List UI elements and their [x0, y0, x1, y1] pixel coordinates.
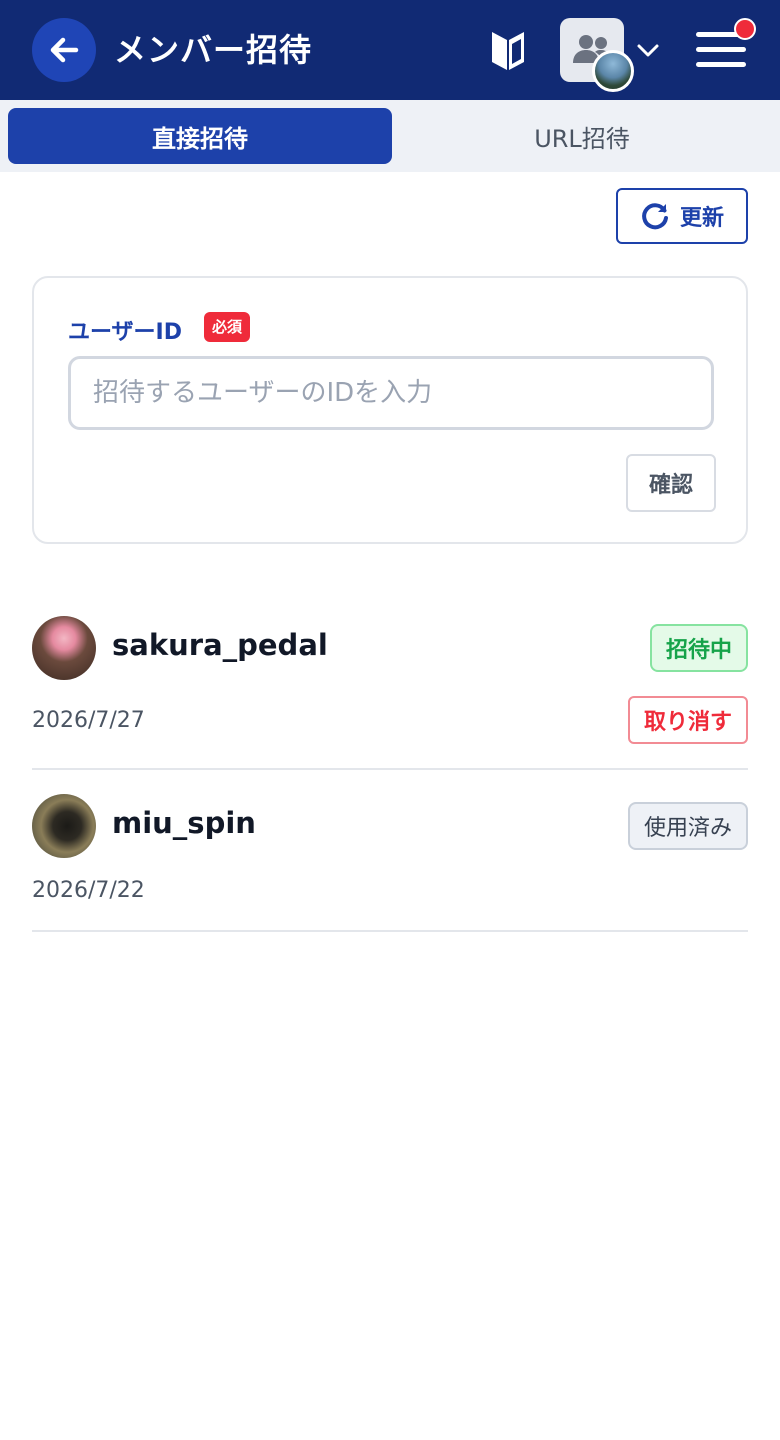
group-avatar	[592, 50, 634, 92]
username: miu_spin	[112, 806, 256, 840]
user-id-label: ユーザーID	[68, 320, 183, 345]
invite-date: 2026/7/27	[32, 708, 145, 733]
required-badge: 必須	[204, 312, 251, 342]
invite-tabs: 直接招待 URL招待	[0, 100, 780, 172]
group-switcher[interactable]	[560, 18, 664, 92]
refresh-button[interactable]: 更新	[616, 188, 748, 244]
beginner-mark-icon[interactable]	[490, 28, 526, 72]
invite-date: 2026/7/22	[32, 878, 145, 903]
status-badge: 使用済み	[627, 802, 748, 850]
app-header: メンバー招待	[0, 0, 780, 100]
avatar	[32, 794, 96, 858]
page-title: メンバー招待	[114, 31, 313, 69]
status-badge: 招待中	[649, 624, 748, 672]
user-id-input[interactable]	[68, 356, 714, 430]
invite-form-card: ユーザーID 必須 確認	[32, 276, 748, 544]
list-item: miu_spin 使用済み 2026/7/22	[32, 778, 748, 932]
cancel-invite-button[interactable]: 取り消す	[627, 696, 748, 744]
refresh-icon	[642, 203, 668, 230]
refresh-label: 更新	[679, 206, 724, 231]
notification-dot	[734, 18, 756, 40]
back-button[interactable]	[32, 18, 96, 82]
avatar	[32, 616, 96, 680]
arrow-left-icon	[50, 37, 79, 63]
username: sakura_pedal	[112, 628, 328, 662]
chevron-down-icon	[637, 44, 659, 57]
tab-direct-invite[interactable]: 直接招待	[8, 108, 392, 164]
list-item: sakura_pedal 招待中 2026/7/27 取り消す	[32, 600, 748, 770]
tab-url-invite[interactable]: URL招待	[392, 108, 772, 164]
confirm-button[interactable]: 確認	[626, 454, 716, 512]
